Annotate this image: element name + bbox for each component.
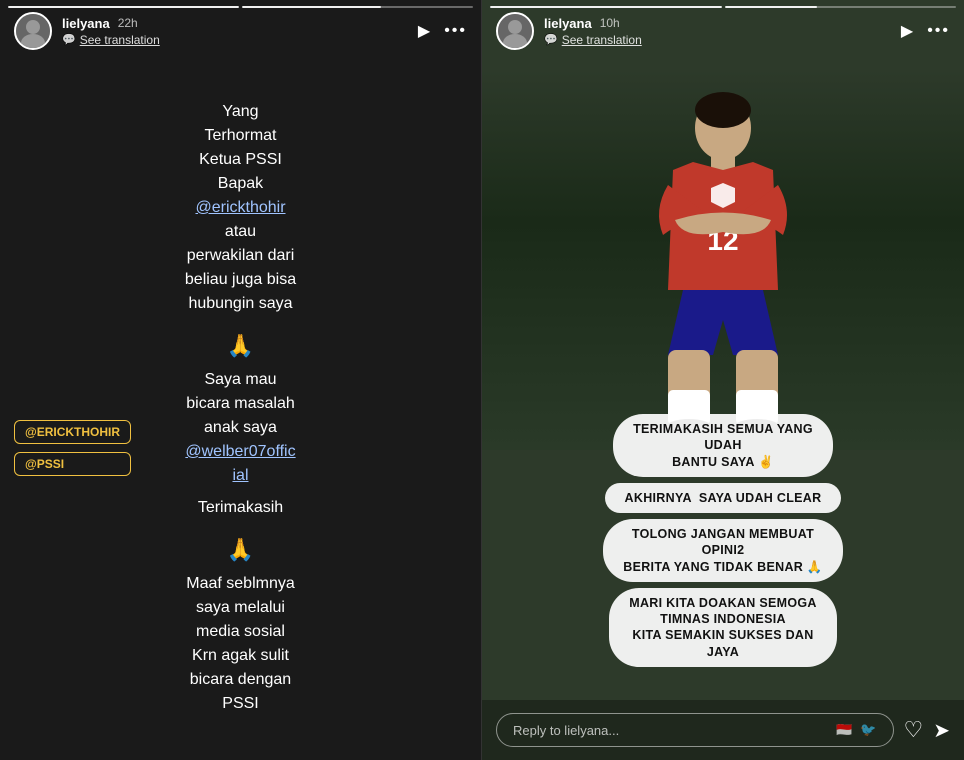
- prayer-emoji-1: 🙏: [227, 330, 254, 362]
- pill-1: TERIMAKASIH SEMUA YANGUDAHBANTU SAYA ✌: [613, 414, 833, 477]
- right-time-ago: 10h: [600, 16, 620, 30]
- progress-bar-1: [8, 6, 239, 8]
- left-text-2: Saya maubicara masalahanak saya @welber0…: [185, 368, 295, 488]
- right-progress-bar-2: [725, 6, 957, 8]
- left-story-header: lielyana 22h 💬 See translation ▶ •••: [0, 0, 481, 58]
- right-more-button[interactable]: •••: [927, 22, 950, 40]
- footballer-silhouette: 12: [633, 90, 813, 430]
- translation-icon-right: 💬: [544, 33, 558, 46]
- left-see-translation[interactable]: See translation: [80, 33, 160, 47]
- progress-bar-2: [242, 6, 473, 8]
- prayer-emoji-2: 🙏: [227, 534, 254, 566]
- right-story-panel: lielyana 10h 💬 See translation ▶ •••: [482, 0, 964, 760]
- tag-erickthohir[interactable]: @ERICKTHOHIR: [14, 420, 131, 444]
- left-avatar[interactable]: [14, 12, 52, 50]
- right-see-translation[interactable]: See translation: [562, 33, 642, 47]
- left-header-actions: ▶ •••: [418, 21, 467, 41]
- tag-pssi[interactable]: @PSSI: [14, 452, 131, 476]
- left-username: lielyana: [62, 16, 110, 31]
- reply-bar: Reply to lielyana... 🇮🇩 🐦 ♡ ➤: [482, 700, 964, 760]
- reply-flag: 🇮🇩: [836, 722, 852, 738]
- heart-button[interactable]: ♡: [904, 717, 924, 743]
- pill-3: TOLONG JANGAN MEMBUATOPINI2BERITA YANG T…: [603, 519, 842, 582]
- left-header-info: lielyana 22h 💬 See translation: [62, 16, 418, 47]
- pill-2: AKHIRNYA SAYA UDAH CLEAR: [605, 483, 842, 513]
- right-text-area: TERIMAKASIH SEMUA YANGUDAHBANTU SAYA ✌ A…: [482, 410, 964, 700]
- right-progress-bars: [490, 6, 956, 8]
- left-side-tags: @ERICKTHOHIR @PSSI: [14, 420, 131, 476]
- left-play-button[interactable]: ▶: [418, 21, 430, 41]
- right-avatar[interactable]: [496, 12, 534, 50]
- reply-placeholder: Reply to lielyana...: [513, 723, 619, 738]
- mention-erickthohir[interactable]: @erickthohir: [195, 199, 285, 216]
- send-button[interactable]: ➤: [933, 718, 950, 743]
- left-story-panel: lielyana 22h 💬 See translation ▶ ••• Yan…: [0, 0, 482, 760]
- right-play-button[interactable]: ▶: [901, 21, 913, 41]
- left-time-ago: 22h: [118, 16, 138, 30]
- left-text-1: YangTerhormatKetua PSSIBapak @erickthohi…: [185, 100, 296, 316]
- right-story-header: lielyana 10h 💬 See translation ▶ •••: [482, 0, 964, 58]
- mention-welber[interactable]: @welber07official: [185, 443, 295, 484]
- footballer-image-area: 12: [482, 70, 964, 450]
- right-progress-bar-1: [490, 6, 722, 8]
- reply-input-wrapper[interactable]: Reply to lielyana... 🇮🇩 🐦: [496, 713, 894, 747]
- reply-bird-icon: 🐦: [860, 722, 876, 738]
- right-header-actions: ▶ •••: [901, 21, 950, 41]
- pill-4: MARI KITA DOAKAN SEMOGATIMNAS INDONESIAK…: [609, 588, 836, 667]
- left-more-button[interactable]: •••: [444, 22, 467, 40]
- left-progress-bars: [8, 6, 473, 8]
- left-text-4: Maaf seblmnyasaya melaluimedia sosialKrn…: [186, 572, 295, 716]
- right-header-info: lielyana 10h 💬 See translation: [544, 16, 901, 47]
- right-username: lielyana: [544, 16, 592, 31]
- translation-icon-left: 💬: [62, 33, 76, 46]
- left-text-3: Terimakasih: [198, 496, 283, 520]
